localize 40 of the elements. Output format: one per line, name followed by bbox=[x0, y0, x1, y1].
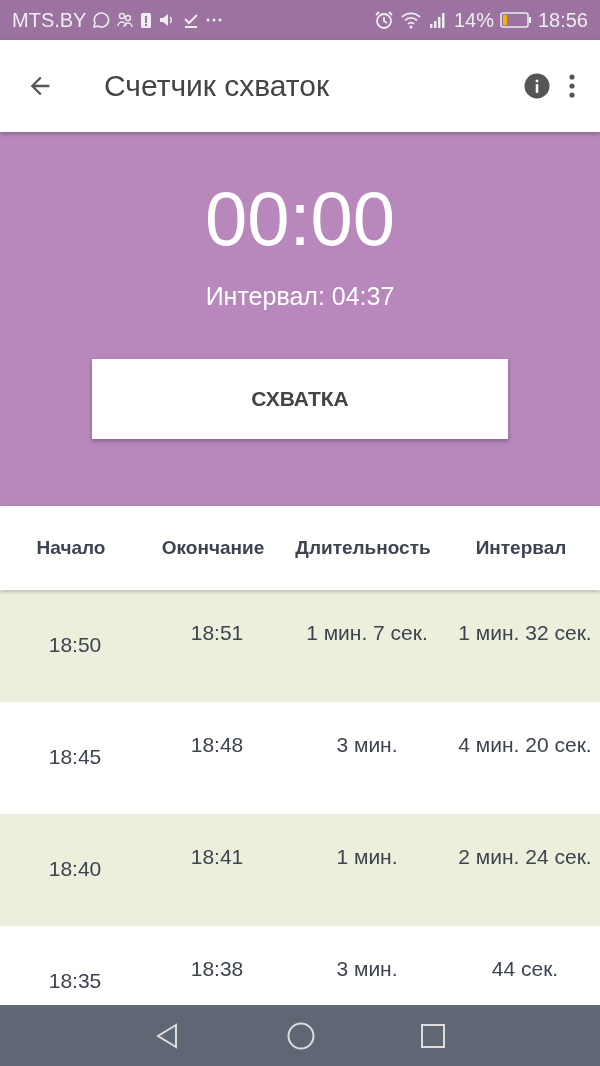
clock-time: 18:56 bbox=[537, 8, 588, 32]
info-icon bbox=[522, 71, 552, 101]
table-cell-text: 1 мин. 32 сек. bbox=[457, 620, 593, 646]
carrier-name: MTS.BY bbox=[12, 8, 87, 32]
alarm-icon bbox=[373, 10, 394, 30]
screen-title: Счетчик схваток bbox=[104, 69, 331, 103]
more-vertical-icon bbox=[568, 73, 576, 99]
battery-icon bbox=[499, 11, 532, 29]
table-cell-text: 44 сек. bbox=[490, 956, 560, 982]
battery-alert-icon bbox=[140, 11, 153, 29]
wifi-icon bbox=[399, 11, 422, 29]
table-cell-text: 18:45 bbox=[47, 744, 103, 770]
table-cell-text: 3 мин. bbox=[335, 956, 399, 982]
table-cell-text: 18:35 bbox=[47, 968, 103, 994]
table-cell-text: 4 мин. 20 сек. bbox=[457, 732, 593, 758]
table-cell-text: 18:50 bbox=[47, 632, 103, 658]
contraction-button[interactable]: СХВАТКА bbox=[92, 359, 508, 439]
table-cell-text: 18:38 bbox=[189, 956, 245, 982]
elapsed-timer: 00:00 bbox=[204, 175, 396, 263]
table-cell-text: 18:40 bbox=[47, 856, 103, 882]
square-recents-icon bbox=[420, 1022, 446, 1049]
table-cell-text: 2 мин. 24 сек. bbox=[457, 844, 593, 870]
column-header: Интервал bbox=[474, 537, 568, 559]
column-header: Окончание bbox=[160, 537, 266, 559]
table-cell-text: 1 мин. 7 сек. bbox=[305, 620, 429, 646]
chat-bubble-icon bbox=[92, 11, 111, 29]
people-icon bbox=[116, 11, 135, 29]
more-dots-icon bbox=[206, 17, 223, 23]
table-cell-text: 18:48 bbox=[189, 732, 245, 758]
table-cell-text: 1 мин. bbox=[335, 844, 399, 870]
table-cell-text: 18:51 bbox=[189, 620, 245, 646]
interval-label: Интервал: 04:37 bbox=[205, 282, 395, 311]
download-done-icon bbox=[182, 11, 201, 29]
signal-icon bbox=[427, 11, 448, 29]
column-header: Длительность bbox=[294, 537, 432, 559]
battery-percent: 14% bbox=[453, 8, 494, 32]
table-cell-text: 18:41 bbox=[189, 844, 245, 870]
table-cell-text: 3 мин. bbox=[335, 732, 399, 758]
circle-home-icon bbox=[286, 1020, 316, 1051]
column-header: Начало bbox=[35, 537, 107, 559]
